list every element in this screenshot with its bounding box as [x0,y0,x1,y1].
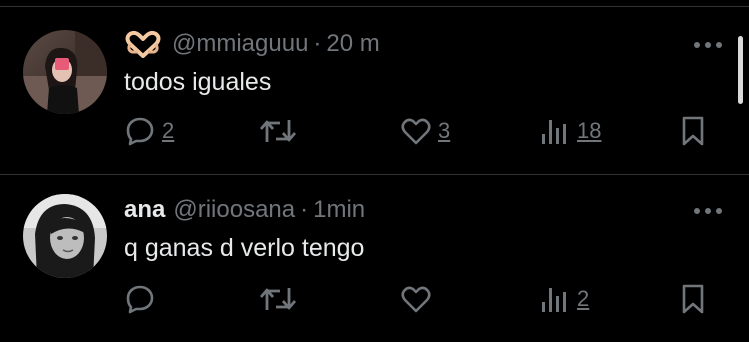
timestamp[interactable]: 20 m [326,30,379,58]
retweet-icon [258,115,298,147]
display-name[interactable]: ana [124,196,165,224]
heart-icon [400,284,432,314]
bookmark-button[interactable] [680,282,706,316]
heart-icon [400,116,432,146]
bookmark-icon [680,283,706,315]
tweet-text: todos iguales [124,68,272,96]
view-count: 18 [577,118,602,143]
tweet-actions: 2 [0,282,749,316]
reply-icon [124,283,156,315]
views-button[interactable]: 18 [539,114,601,148]
tweet-header: ana @riioosana · 1min [124,196,365,224]
handle[interactable]: @mmiaguuu [172,30,308,58]
view-count: 2 [577,286,590,311]
views-button[interactable]: 2 [539,282,589,316]
tweet-text: q ganas d verlo tengo [124,234,365,262]
like-button[interactable] [400,282,438,316]
reply-button[interactable] [124,282,162,316]
tweet-header: @mmiaguuu · 20 m [124,30,380,58]
more-dots-icon[interactable] [692,204,724,218]
like-count: 3 [438,118,451,143]
reply-button[interactable]: 2 [124,114,174,148]
retweet-button[interactable] [258,282,304,316]
avatar[interactable] [23,194,107,278]
top-divider [0,6,749,7]
bookmark-icon [680,115,706,147]
separator-dot: · [313,30,322,57]
like-button[interactable]: 3 [400,114,450,148]
tweet-actions: 2 3 18 [0,114,749,148]
reply-icon [124,115,156,147]
timestamp[interactable]: 1min [313,196,365,224]
tweet-2[interactable]: ana @riioosana · 1min q ganas d verlo te… [0,176,749,342]
tweet-divider [0,174,749,175]
heart-hands-emoji [124,30,162,58]
reply-count: 2 [162,118,175,143]
retweet-button[interactable] [258,114,304,148]
retweet-icon [258,283,298,315]
avatar[interactable] [23,30,107,114]
separator-dot: · [300,196,309,223]
views-chart-icon [539,116,571,146]
tweet-1[interactable]: @mmiaguuu · 20 m todos iguales 2 3 18 [0,8,749,174]
more-dots-icon[interactable] [692,38,724,52]
bookmark-button[interactable] [680,114,706,148]
handle[interactable]: @riioosana [173,196,295,224]
views-chart-icon [539,284,571,314]
